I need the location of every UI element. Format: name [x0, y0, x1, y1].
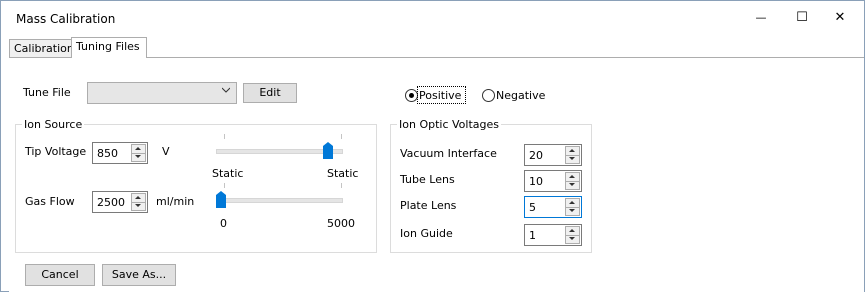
tip-voltage-stepper[interactable] — [131, 144, 146, 162]
ion-guide-label: Ion Guide — [400, 227, 453, 240]
slider-tick — [224, 183, 225, 188]
plate-lens-stepper[interactable] — [565, 198, 580, 216]
gas-flow-spinner[interactable] — [92, 191, 148, 213]
gas-flow-slider-max-label: 5000 — [327, 217, 355, 230]
vacuum-interface-stepper[interactable] — [565, 146, 580, 164]
radio-selected-dot — [409, 93, 414, 98]
tip-voltage-slider-right-label: Static — [327, 167, 359, 180]
maximize-button[interactable]: ☐ — [782, 5, 822, 31]
ion-guide-spinner[interactable] — [524, 224, 582, 246]
gas-flow-stepper[interactable] — [131, 193, 146, 211]
ion-optic-voltages-group: Ion Optic Voltages Vacuum Interface Tube… — [390, 118, 592, 253]
down-arrow-icon[interactable] — [132, 202, 145, 210]
slider-tick — [341, 183, 342, 188]
gas-flow-unit: ml/min — [156, 195, 195, 208]
negative-radio[interactable] — [482, 89, 495, 102]
down-arrow-icon[interactable] — [566, 181, 579, 189]
tune-file-label: Tune File — [23, 86, 71, 99]
tuning-files-panel: Tune File Edit Positive Negative Ion Sou… — [9, 57, 864, 292]
vacuum-interface-spinner[interactable] — [524, 144, 582, 166]
close-button[interactable]: ✕ — [820, 5, 860, 31]
gas-flow-label: Gas Flow — [25, 195, 75, 208]
ion-source-title: Ion Source — [22, 118, 85, 131]
save-as-button[interactable]: Save As... — [102, 264, 176, 286]
edit-button[interactable]: Edit — [243, 83, 297, 103]
down-arrow-icon[interactable] — [132, 153, 145, 161]
gas-flow-slider-track[interactable] — [216, 198, 343, 203]
ion-optic-voltages-title: Ion Optic Voltages — [397, 118, 501, 131]
minimize-button[interactable]: — — [741, 5, 781, 31]
chevron-down-icon — [222, 87, 230, 93]
slider-tick — [341, 134, 342, 139]
ion-source-group: Ion Source Tip Voltage V Static Static G… — [15, 118, 377, 253]
tip-voltage-unit: V — [162, 145, 170, 158]
gas-flow-slider-min-label: 0 — [220, 217, 227, 230]
window-title: Mass Calibration — [16, 12, 116, 26]
tube-lens-stepper[interactable] — [565, 172, 580, 190]
tip-voltage-spinner[interactable] — [92, 142, 148, 164]
positive-label[interactable]: Positive — [419, 89, 461, 102]
cancel-button[interactable]: Cancel — [25, 264, 95, 286]
tip-voltage-label: Tip Voltage — [25, 145, 87, 158]
plate-lens-label: Plate Lens — [400, 199, 457, 212]
tip-voltage-slider-thumb[interactable] — [322, 142, 333, 159]
ion-guide-stepper[interactable] — [565, 226, 580, 244]
down-arrow-icon[interactable] — [566, 235, 579, 243]
vacuum-interface-label: Vacuum Interface — [400, 147, 497, 160]
tip-voltage-slider-left-label: Static — [212, 167, 244, 180]
tune-file-dropdown[interactable] — [87, 82, 237, 104]
title-bar: Mass Calibration — ☐ ✕ — [1, 1, 864, 35]
slider-tick — [224, 134, 225, 139]
tab-tuning-files[interactable]: Tuning Files — [71, 37, 147, 58]
tube-lens-label: Tube Lens — [400, 173, 455, 186]
mass-calibration-window: Mass Calibration — ☐ ✕ Calibration Tunin… — [0, 0, 865, 292]
plate-lens-spinner[interactable] — [524, 196, 582, 218]
tab-calibration[interactable]: Calibration — [9, 39, 75, 57]
down-arrow-icon[interactable] — [566, 155, 579, 163]
negative-label[interactable]: Negative — [496, 89, 545, 102]
tube-lens-spinner[interactable] — [524, 170, 582, 192]
gas-flow-slider-thumb[interactable] — [216, 191, 226, 208]
down-arrow-icon[interactable] — [566, 207, 579, 215]
